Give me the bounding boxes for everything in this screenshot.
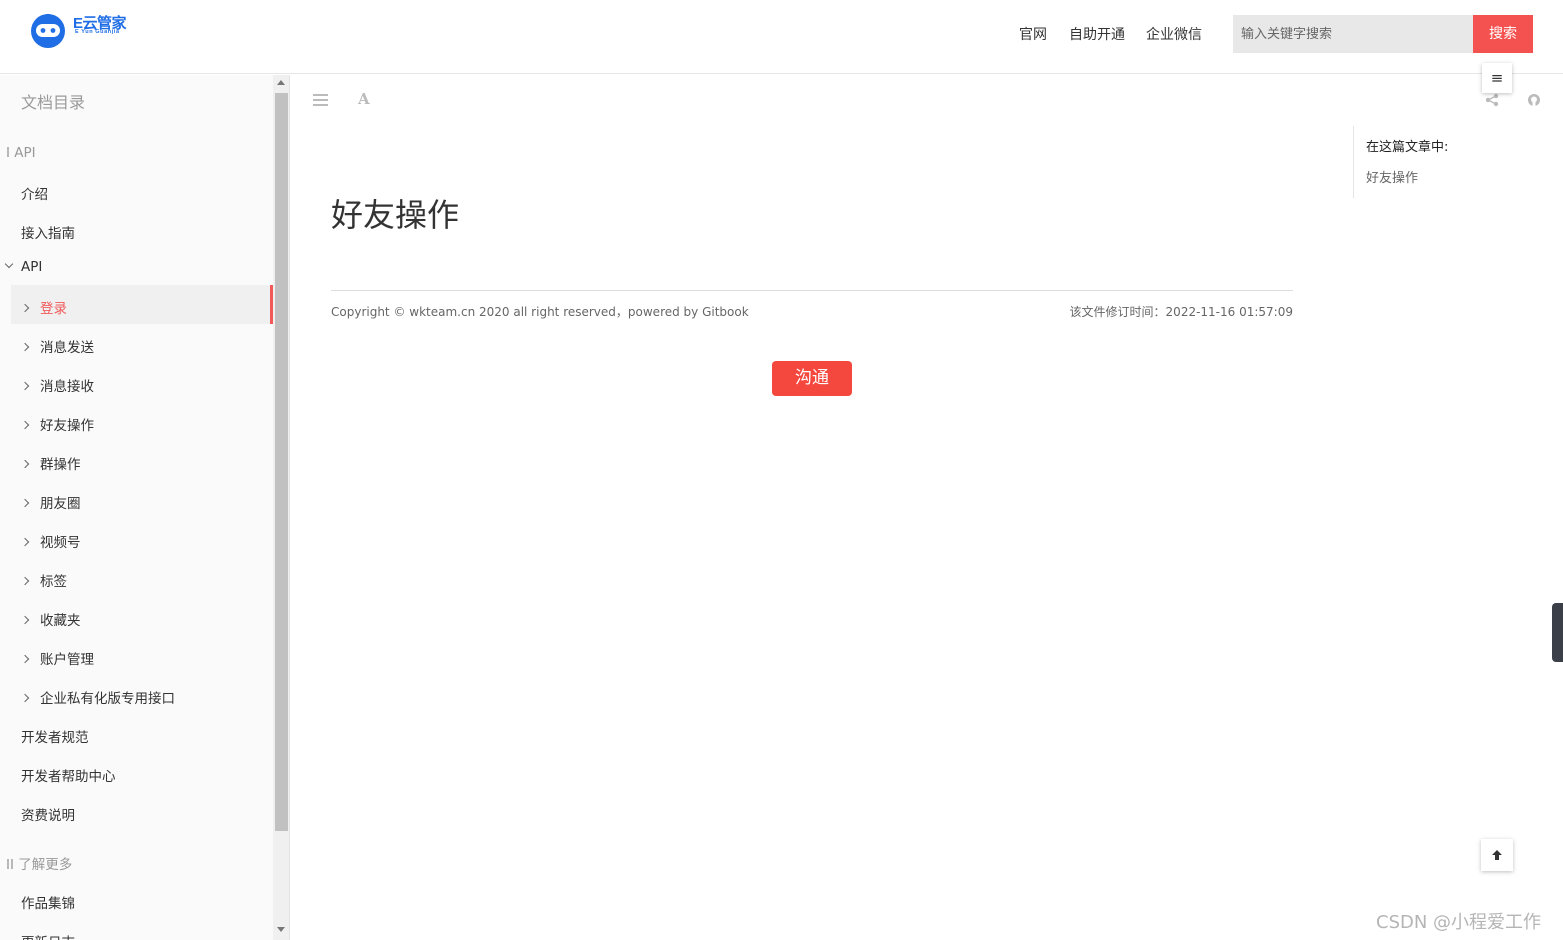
- modified-value: 2022-11-16 01:57:09: [1165, 305, 1293, 319]
- sidebar-item-label: 好友操作: [40, 418, 94, 434]
- sidebar-item-label: 标签: [40, 574, 67, 590]
- sidebar-item-label: 企业私有化版专用接口: [40, 691, 175, 707]
- arrow-up-icon: [1492, 850, 1502, 860]
- chevron-right-icon: [20, 576, 30, 586]
- watermark: CSDN @小程爱工作: [1376, 912, 1542, 933]
- sidebar-item-tags[interactable]: 标签: [20, 570, 67, 590]
- sidebar-item-account[interactable]: 账户管理: [20, 648, 94, 668]
- search-input[interactable]: [1233, 15, 1473, 53]
- nav-official-site[interactable]: 官网: [1019, 24, 1047, 44]
- page-title: 好友操作: [331, 196, 460, 234]
- sidebar-item-receive-message[interactable]: 消息接收: [20, 375, 94, 395]
- chevron-right-icon: [20, 342, 30, 352]
- sidebar-item-label: 收藏夹: [40, 613, 81, 629]
- chevron-right-icon: [20, 381, 30, 391]
- sidebar-item-login[interactable]: 登录: [20, 297, 67, 317]
- modified-time: 该文件修订时间：2022-11-16 01:57:09: [1070, 303, 1293, 320]
- nav-self-service[interactable]: 自助开通: [1069, 24, 1125, 44]
- sidebar-item-favorites[interactable]: 收藏夹: [20, 609, 81, 629]
- sidebar-item-intro[interactable]: 介绍: [21, 183, 48, 203]
- sidebar-item-label: 消息发送: [40, 340, 94, 356]
- sidebar-item-dev-help[interactable]: 开发者帮助中心: [21, 765, 116, 785]
- chevron-right-icon: [20, 498, 30, 508]
- chat-button[interactable]: 沟通: [772, 361, 852, 396]
- back-to-top-button[interactable]: [1481, 839, 1513, 871]
- logo-icon: [31, 14, 65, 48]
- sidebar-item-moments[interactable]: 朋友圈: [20, 492, 81, 512]
- sidebar-item-label: 群操作: [40, 457, 81, 473]
- sidebar-item-private-api[interactable]: 企业私有化版专用接口: [20, 687, 175, 707]
- logo-subtitle: E Yun Guanjia: [75, 29, 120, 35]
- sidebar-scrollbar-thumb[interactable]: [275, 93, 288, 831]
- side-widget[interactable]: [1552, 603, 1563, 662]
- search-button[interactable]: 搜索: [1473, 15, 1533, 53]
- table-of-contents: 在这篇文章中: 好友操作: [1353, 126, 1503, 198]
- sidebar-item-portfolio[interactable]: 作品集锦: [21, 892, 75, 912]
- sidebar-item-label: 消息接收: [40, 379, 94, 395]
- sidebar-item-group-ops[interactable]: 群操作: [20, 453, 81, 473]
- sidebar-item-label: 登录: [40, 301, 67, 317]
- sidebar: 文档目录 I API 介绍 接入指南 API 登录 消息发送 消息接收 好友操作…: [0, 75, 290, 940]
- chevron-right-icon: [20, 615, 30, 625]
- nav-enterprise-wechat[interactable]: 企业微信: [1146, 24, 1202, 44]
- chevron-down-icon: [4, 259, 14, 269]
- sidebar-item-label: 朋友圈: [40, 496, 81, 512]
- share-icon[interactable]: [1485, 93, 1499, 107]
- sidebar-item-friend-ops[interactable]: 好友操作: [20, 414, 94, 434]
- sidebar-title: 文档目录: [21, 93, 86, 112]
- github-icon[interactable]: [1527, 93, 1541, 107]
- toc-item[interactable]: 好友操作: [1366, 167, 1418, 186]
- chevron-right-icon: [20, 420, 30, 430]
- chevron-right-icon: [20, 693, 30, 703]
- sidebar-item-guide[interactable]: 接入指南: [21, 222, 75, 242]
- list-icon[interactable]: [313, 93, 329, 107]
- chevron-right-icon: [20, 654, 30, 664]
- sidebar-item-label: 账户管理: [40, 652, 94, 668]
- sidebar-item-channels[interactable]: 视频号: [20, 531, 81, 551]
- sidebar-item-label: 视频号: [40, 535, 81, 551]
- toc-title: 在这篇文章中:: [1366, 140, 1449, 155]
- chevron-right-icon: [20, 459, 30, 469]
- sidebar-item-changelog[interactable]: 更新日志: [21, 931, 75, 940]
- sidebar-group-api[interactable]: API: [4, 259, 43, 275]
- sidebar-item-dev-spec[interactable]: 开发者规范: [21, 726, 89, 746]
- sidebar-item-send-message[interactable]: 消息发送: [20, 336, 94, 356]
- chevron-right-icon: [20, 303, 30, 313]
- font-icon[interactable]: A: [358, 90, 370, 108]
- scroll-down-icon[interactable]: [277, 927, 285, 932]
- copyright-text: Copyright © wkteam.cn 2020 all right res…: [331, 305, 749, 319]
- divider: [331, 290, 1293, 291]
- sidebar-section-more: II 了解更多: [6, 857, 73, 873]
- top-header: E云管家 E Yun Guanjia 官网 自助开通 企业微信 搜索: [0, 0, 1563, 74]
- modified-label: 该文件修订时间：: [1069, 305, 1166, 319]
- sidebar-group-label: API: [21, 259, 43, 275]
- sidebar-item-pricing[interactable]: 资费说明: [21, 804, 75, 824]
- chevron-right-icon: [20, 537, 30, 547]
- scroll-up-icon[interactable]: [277, 80, 285, 85]
- hamburger-icon[interactable]: ≡: [1482, 63, 1512, 93]
- sidebar-section-api: I API: [6, 145, 36, 161]
